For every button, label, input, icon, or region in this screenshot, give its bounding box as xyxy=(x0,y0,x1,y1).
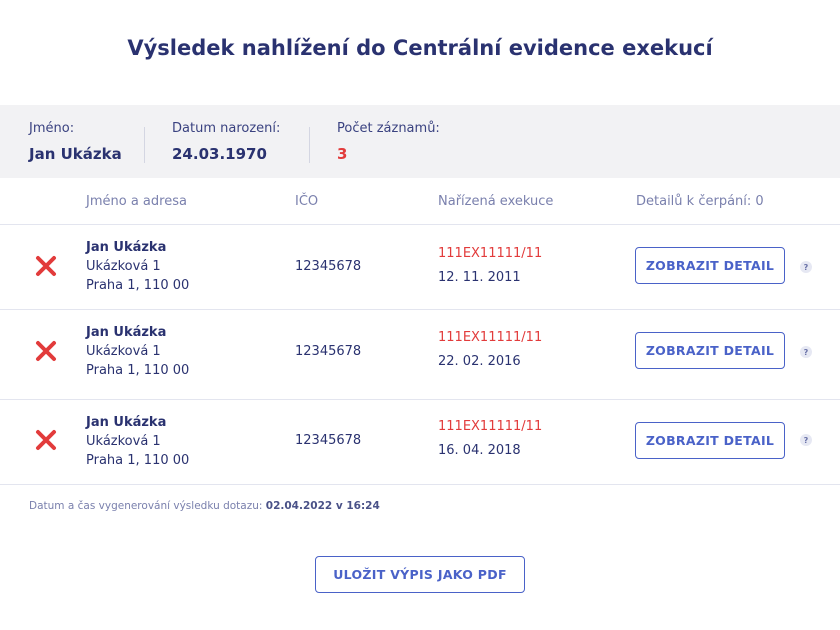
summary-divider xyxy=(309,127,310,163)
execution-info: 111EX11111/11 12. 11. 2011 xyxy=(438,246,542,285)
save-pdf-button[interactable]: ULOŽIT VÝPIS JAKO PDF xyxy=(315,556,525,593)
generated-timestamp: Datum a čas vygenerování výsledku dotazu… xyxy=(29,500,380,512)
show-detail-button[interactable]: ZOBRAZIT DETAIL xyxy=(635,422,785,459)
summary-name: Jméno: Jan Ukázka xyxy=(29,121,122,163)
execution-number: 111EX11111/11 xyxy=(438,246,543,261)
name-address: Jan Ukázka Ukázková 1 Praha 1, 110 00 xyxy=(86,323,189,380)
name-address: Jan Ukázka Ukázková 1 Praha 1, 110 00 xyxy=(86,238,189,295)
show-detail-button[interactable]: ZOBRAZIT DETAIL xyxy=(635,247,785,284)
execution-date: 12. 11. 2011 xyxy=(438,270,521,285)
help-icon[interactable]: ? xyxy=(800,346,812,358)
red-x-icon xyxy=(34,339,58,363)
execution-info: 111EX11111/11 22. 02. 2016 xyxy=(438,330,542,369)
execution-date: 16. 04. 2018 xyxy=(438,443,521,458)
table-header: Jméno a adresa IČO Nařízená exekuce Deta… xyxy=(0,192,840,224)
person-name: Jan Ukázka xyxy=(86,325,167,340)
execution-info: 111EX11111/11 16. 04. 2018 xyxy=(438,419,542,458)
person-name: Jan Ukázka xyxy=(86,415,167,430)
divider xyxy=(0,484,840,485)
show-detail-button[interactable]: ZOBRAZIT DETAIL xyxy=(635,332,785,369)
help-icon[interactable]: ? xyxy=(800,261,812,273)
count-label: Počet záznamů: xyxy=(337,121,440,136)
summary-birthdate: Datum narození: 24.03.1970 xyxy=(172,121,280,163)
summary-divider xyxy=(144,127,145,163)
generated-value: 02.04.2022 v 16:24 xyxy=(265,500,380,512)
summary-panel: Jméno: Jan Ukázka Datum narození: 24.03.… xyxy=(0,105,840,178)
name-label: Jméno: xyxy=(29,121,75,136)
page-title: Výsledek nahlížení do Centrální evidence… xyxy=(127,36,713,60)
city: Praha 1, 110 00 xyxy=(86,363,190,378)
generated-label: Datum a čas vygenerování výsledku dotazu… xyxy=(29,500,263,512)
execution-number: 111EX11111/11 xyxy=(438,330,543,345)
summary-count: Počet záznamů: 3 xyxy=(337,121,440,163)
execution-date: 22. 02. 2016 xyxy=(438,354,521,369)
header-details: Detailů k čerpání: 0 xyxy=(636,194,764,209)
help-icon[interactable]: ? xyxy=(800,434,812,446)
city: Praha 1, 110 00 xyxy=(86,453,190,468)
header-execution: Nařízená exekuce xyxy=(438,194,554,209)
header-ico: IČO xyxy=(295,194,319,209)
name-address: Jan Ukázka Ukázková 1 Praha 1, 110 00 xyxy=(86,413,189,470)
ico-value: 12345678 xyxy=(295,433,362,448)
table-row: Jan Ukázka Ukázková 1 Praha 1, 110 00 12… xyxy=(0,310,840,399)
table-row: Jan Ukázka Ukázková 1 Praha 1, 110 00 12… xyxy=(0,400,840,484)
street: Ukázková 1 xyxy=(86,434,161,449)
person-name: Jan Ukázka xyxy=(86,240,167,255)
birth-label: Datum narození: xyxy=(172,121,281,136)
birth-value: 24.03.1970 xyxy=(172,145,267,163)
header-name-address: Jméno a adresa xyxy=(86,194,187,209)
street: Ukázková 1 xyxy=(86,259,161,274)
street: Ukázková 1 xyxy=(86,344,161,359)
execution-number: 111EX11111/11 xyxy=(438,419,543,434)
ico-value: 12345678 xyxy=(295,259,362,274)
red-x-icon xyxy=(34,254,58,278)
table-row: Jan Ukázka Ukázková 1 Praha 1, 110 00 12… xyxy=(0,225,840,309)
name-value: Jan Ukázka xyxy=(29,145,122,163)
ico-value: 12345678 xyxy=(295,344,362,359)
city: Praha 1, 110 00 xyxy=(86,278,190,293)
red-x-icon xyxy=(34,428,58,452)
count-value: 3 xyxy=(337,145,348,163)
